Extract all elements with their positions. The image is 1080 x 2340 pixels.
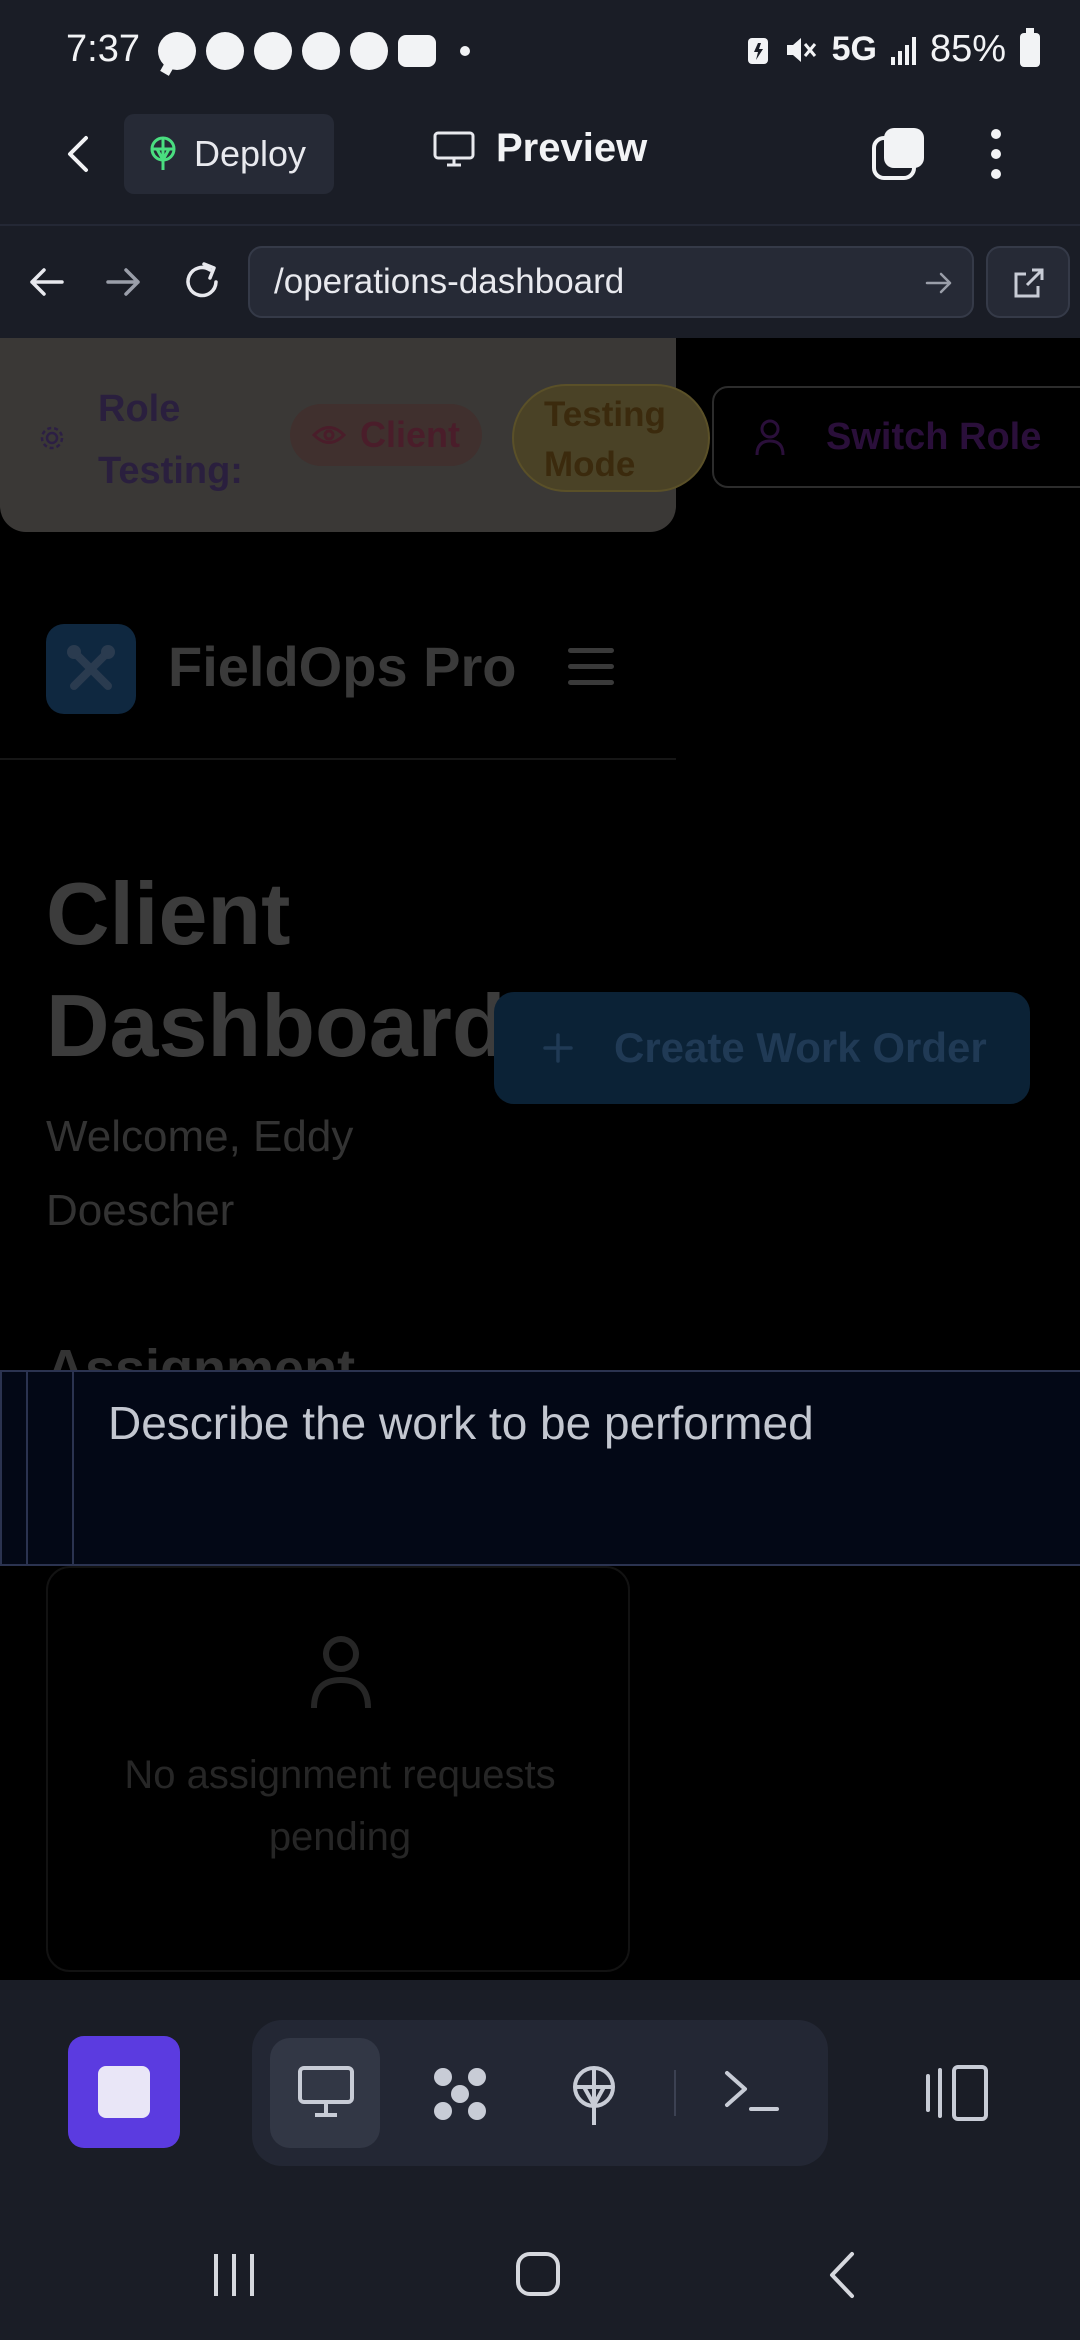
- back-icon[interactable]: [56, 130, 104, 178]
- switch-role-label: Switch Role: [826, 415, 1042, 458]
- console-tab[interactable]: [696, 2038, 806, 2148]
- plus-icon: [543, 1033, 573, 1063]
- stop-icon: [98, 2066, 150, 2118]
- signal-icon: [890, 35, 916, 65]
- deploy-icon: [573, 2066, 615, 2125]
- network-type: 5G: [831, 30, 877, 68]
- mute-icon: [786, 37, 816, 62]
- switch-role-button[interactable]: Switch Role: [712, 386, 1080, 488]
- recent-apps-icon[interactable]: [214, 2254, 254, 2296]
- reload-icon[interactable]: [180, 260, 224, 304]
- monitor-icon: [298, 2066, 354, 2117]
- chat-icon: [158, 32, 196, 70]
- brand-logo: [46, 624, 136, 714]
- person-icon: [311, 1636, 371, 1709]
- status-time: 7:37: [66, 28, 140, 70]
- preview-label: Preview: [496, 126, 648, 170]
- empty-state-text: No assignment requests pending: [124, 1753, 556, 1859]
- arrow-left-icon[interactable]: [24, 260, 68, 304]
- assignment-empty-card: No assignment requests pending: [46, 1566, 630, 1972]
- terminal-icon: [725, 2071, 779, 2111]
- preview-tab[interactable]: [270, 2038, 380, 2148]
- tools-icon: [67, 645, 115, 690]
- arrow-right-icon[interactable]: [102, 260, 146, 304]
- deploy-button[interactable]: Deploy: [124, 114, 334, 194]
- go-arrow-icon[interactable]: [924, 268, 954, 298]
- external-link-icon: [1014, 268, 1044, 298]
- notification-icons: [158, 32, 470, 70]
- create-work-order-label: Create Work Order: [614, 1024, 987, 1071]
- more-options-icon[interactable]: [988, 126, 1004, 182]
- nodes-icon: [434, 2068, 486, 2120]
- field-border-lines: [0, 1372, 72, 1564]
- web-preview: Role Testing: Client Testing Mode Switch…: [0, 338, 1080, 1980]
- gear-icon: [40, 426, 64, 450]
- deploy-tab[interactable]: [538, 2038, 648, 2148]
- testing-mode-badge: Testing Mode: [512, 384, 710, 492]
- app-header: Deploy Preview: [0, 104, 1080, 224]
- messenger-icon: [254, 32, 292, 70]
- battery-icon: [1020, 27, 1040, 67]
- preview-title: Preview: [432, 126, 647, 171]
- url-text: /operations-dashboard: [274, 262, 625, 301]
- eye-icon: [312, 426, 346, 444]
- more-notifications-icon: [460, 46, 470, 56]
- url-bar: /operations-dashboard: [0, 224, 1080, 338]
- toolbar-separator: [674, 2070, 676, 2116]
- work-description-field: [0, 1370, 1080, 1566]
- menu-icon[interactable]: [568, 648, 614, 686]
- messenger-icon: [350, 32, 388, 70]
- workflow-tab[interactable]: [404, 2038, 514, 2148]
- work-description-input[interactable]: [72, 1372, 1080, 1564]
- open-external-button[interactable]: [986, 246, 1070, 318]
- create-work-order-button[interactable]: Create Work Order: [494, 992, 1030, 1104]
- messenger-icon: [206, 32, 244, 70]
- current-role-badge: Client: [290, 404, 483, 466]
- view-switcher: [252, 2020, 828, 2166]
- deploy-label: Deploy: [194, 133, 307, 174]
- messenger-icon: [302, 32, 340, 70]
- wallet-icon: [398, 35, 436, 67]
- tabs-icon[interactable]: [870, 126, 926, 182]
- monitor-icon: [433, 131, 475, 166]
- bottom-toolbar: [0, 1980, 1080, 2200]
- header-divider: [0, 758, 676, 760]
- battery-percent: 85%: [929, 28, 1006, 70]
- system-nav-bar: [0, 2200, 1080, 2340]
- welcome-text: Welcome, Eddy Doescher: [46, 1112, 354, 1235]
- stop-button[interactable]: [68, 2036, 180, 2148]
- brand-name: FieldOps Pro: [168, 635, 517, 698]
- status-bar: 7:37 5G 85%: [0, 0, 1080, 104]
- system-back-icon[interactable]: [826, 2250, 858, 2300]
- side-panel-icon[interactable]: [924, 2064, 990, 2122]
- battery-saver-icon: [747, 37, 768, 64]
- user-icon: [755, 419, 785, 456]
- role-testing-label: Role Testing:: [98, 388, 243, 492]
- page-title: Client Dashboard: [46, 864, 506, 1075]
- url-input[interactable]: /operations-dashboard: [248, 246, 974, 318]
- current-role-label: Client: [360, 414, 461, 455]
- system-indicators: 5G 85%: [746, 27, 1040, 71]
- home-icon[interactable]: [516, 2252, 560, 2296]
- deploy-icon: [150, 136, 176, 170]
